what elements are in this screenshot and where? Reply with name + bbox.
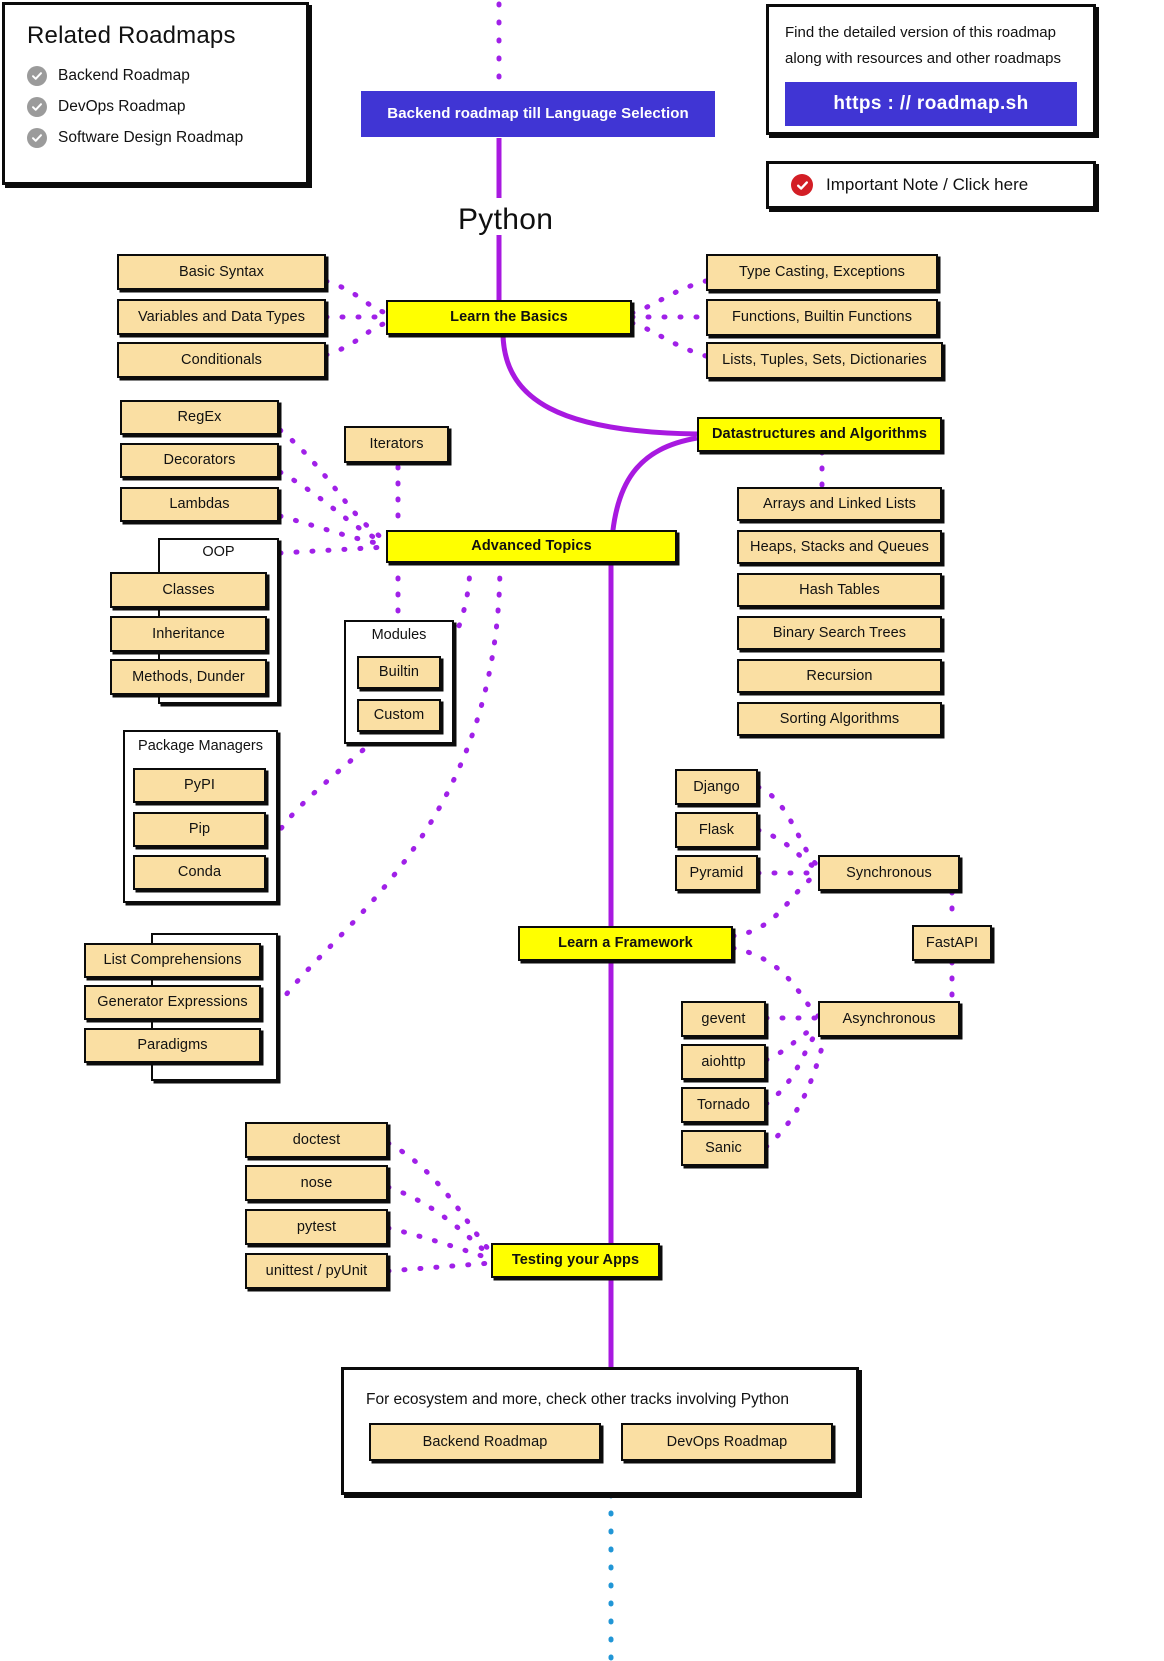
related-roadmaps-panel: Related Roadmaps Backend Roadmap DevOps …	[2, 2, 309, 185]
node-type-casting-exceptions[interactable]: Type Casting, Exceptions	[706, 254, 938, 291]
related-roadmaps-title: Related Roadmaps	[27, 22, 236, 49]
python-roadmap-canvas: Related Roadmaps Backend Roadmap DevOps …	[0, 0, 1164, 1661]
node-fastapi[interactable]: FastAPI	[912, 925, 992, 961]
check-circle-icon	[27, 97, 47, 117]
important-note-panel[interactable]: Important Note / Click here	[766, 161, 1096, 209]
backend-roadmap-banner[interactable]: Backend roadmap till Language Selection	[361, 91, 715, 137]
node-conda[interactable]: Conda	[133, 855, 266, 890]
node-paradigms[interactable]: Paradigms	[84, 1028, 261, 1063]
node-decorators[interactable]: Decorators	[120, 443, 279, 478]
node-sanic[interactable]: Sanic	[681, 1130, 766, 1166]
related-roadmap-label: DevOps Roadmap	[58, 98, 186, 115]
related-roadmap-label: Software Design Roadmap	[58, 129, 244, 146]
check-circle-icon	[791, 174, 813, 196]
related-roadmap-label: Backend Roadmap	[58, 67, 190, 84]
roadmap-url-button[interactable]: https : // roadmap.sh	[785, 81, 1077, 126]
node-pip[interactable]: Pip	[133, 812, 266, 847]
node-heaps-stacks-and-queues[interactable]: Heaps, Stacks and Queues	[737, 530, 942, 564]
node-flask[interactable]: Flask	[675, 812, 758, 848]
node-doctest[interactable]: doctest	[245, 1122, 388, 1158]
node-methods-dunder[interactable]: Methods, Dunder	[110, 659, 267, 695]
roadmap-url-panel: Find the detailed version of this roadma…	[766, 4, 1096, 135]
node-basic-syntax[interactable]: Basic Syntax	[117, 254, 326, 290]
node-pyramid[interactable]: Pyramid	[675, 855, 758, 891]
important-note-label: Important Note / Click here	[826, 175, 1029, 194]
node-testing-your-apps[interactable]: Testing your Apps	[491, 1243, 660, 1278]
node-variables-and-data-types[interactable]: Variables and Data Types	[117, 299, 326, 335]
node-lists-tuples-sets-dictionaries[interactable]: Lists, Tuples, Sets, Dictionaries	[706, 342, 943, 379]
url-panel-line1: Find the detailed version of this roadma…	[785, 24, 1056, 41]
node-learn-a-framework[interactable]: Learn a Framework	[518, 926, 733, 961]
node-builtin[interactable]: Builtin	[357, 656, 441, 689]
node-advanced-topics[interactable]: Advanced Topics	[386, 530, 677, 563]
node-arrays-and-linked-lists[interactable]: Arrays and Linked Lists	[737, 487, 942, 521]
node-recursion[interactable]: Recursion	[737, 659, 942, 693]
group-oop-title: OOP	[202, 544, 235, 560]
node-binary-search-trees[interactable]: Binary Search Trees	[737, 616, 942, 650]
node-inheritance[interactable]: Inheritance	[110, 616, 267, 652]
url-panel-line2: along with resources and other roadmaps	[785, 50, 1061, 68]
group-modules-title: Modules	[371, 627, 427, 643]
node-classes[interactable]: Classes	[110, 572, 267, 608]
node-tornado[interactable]: Tornado	[681, 1087, 766, 1123]
related-roadmap-item[interactable]: Software Design Roadmap	[27, 128, 284, 148]
node-gevent[interactable]: gevent	[681, 1001, 766, 1037]
node-custom[interactable]: Custom	[357, 699, 441, 732]
node-iterators[interactable]: Iterators	[344, 426, 449, 463]
check-circle-icon	[27, 66, 47, 86]
node-pytest[interactable]: pytest	[245, 1209, 388, 1245]
node-functions-builtin-functions[interactable]: Functions, Builtin Functions	[706, 299, 938, 336]
group-package-managers-title: Package Managers	[138, 738, 263, 754]
page-title: Python	[458, 203, 554, 236]
node-conditionals[interactable]: Conditionals	[117, 342, 326, 378]
node-aiohttp[interactable]: aiohttp	[681, 1044, 766, 1080]
node-lambdas[interactable]: Lambdas	[120, 487, 279, 522]
node-ecosystem-backend-roadmap[interactable]: Backend Roadmap	[369, 1423, 601, 1461]
node-learn-the-basics[interactable]: Learn the Basics	[386, 300, 632, 335]
node-pypi[interactable]: PyPI	[133, 768, 266, 803]
related-roadmap-item[interactable]: Backend Roadmap	[27, 66, 284, 86]
ecosystem-caption: For ecosystem and more, check other trac…	[366, 1391, 789, 1408]
related-roadmap-item[interactable]: DevOps Roadmap	[27, 97, 284, 117]
node-datastructures-and-algorithms[interactable]: Datastructures and Algorithms	[697, 417, 942, 452]
node-unittest-pyunit[interactable]: unittest / pyUnit	[245, 1253, 388, 1289]
check-circle-icon	[27, 128, 47, 148]
node-list-comprehensions[interactable]: List Comprehensions	[84, 943, 261, 978]
important-note-row[interactable]: Important Note / Click here	[769, 164, 1093, 206]
node-regex[interactable]: RegEx	[120, 400, 279, 435]
node-asynchronous[interactable]: Asynchronous	[818, 1001, 960, 1037]
node-hash-tables[interactable]: Hash Tables	[737, 573, 942, 607]
node-ecosystem-devops-roadmap[interactable]: DevOps Roadmap	[621, 1423, 833, 1461]
node-generator-expressions[interactable]: Generator Expressions	[84, 985, 261, 1020]
node-sorting-algorithms[interactable]: Sorting Algorithms	[737, 702, 942, 736]
node-synchronous[interactable]: Synchronous	[818, 855, 960, 891]
node-django[interactable]: Django	[675, 769, 758, 805]
node-nose[interactable]: nose	[245, 1165, 388, 1201]
